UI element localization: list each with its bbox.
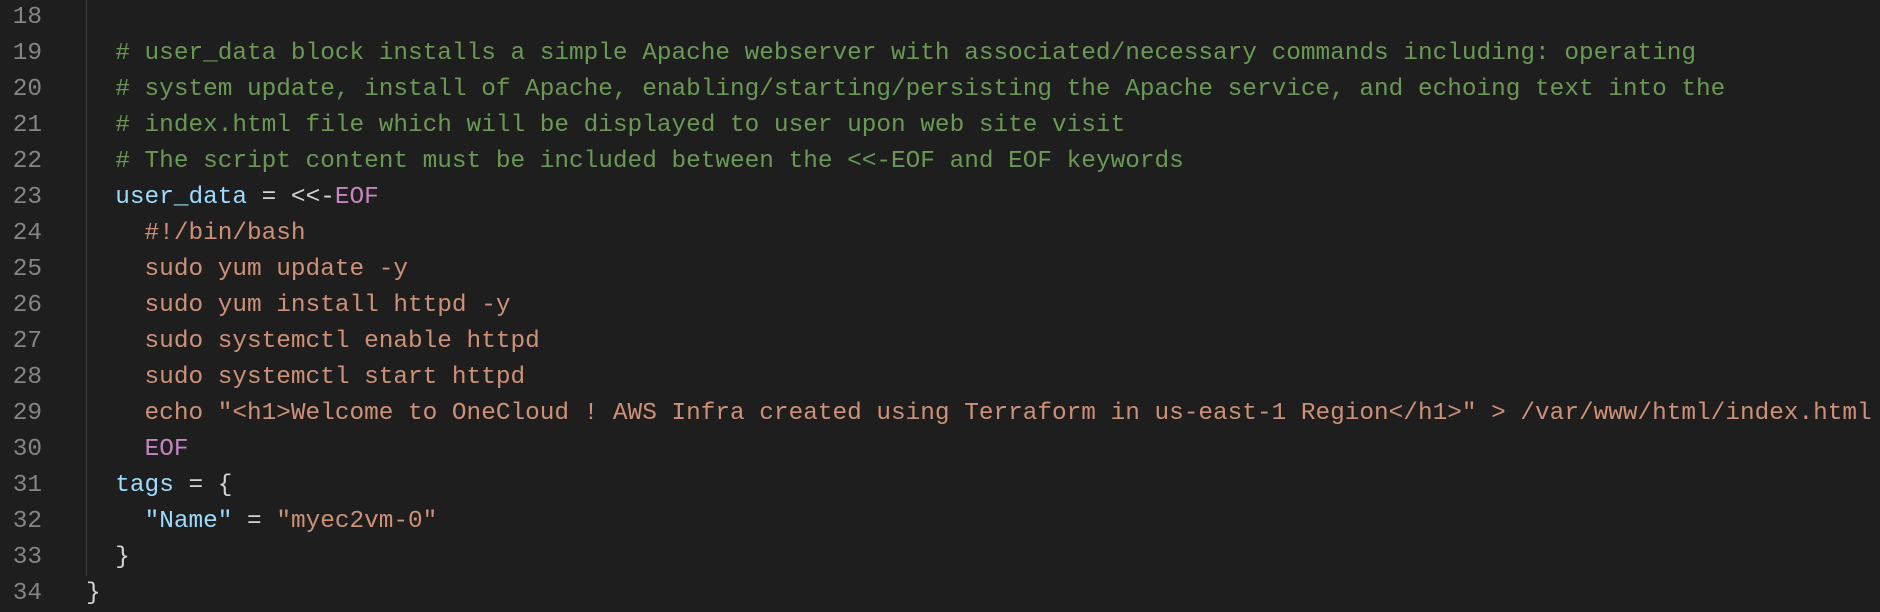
code-line[interactable]: 18 xyxy=(0,0,1880,36)
line-number: 22 xyxy=(12,148,42,175)
code-line[interactable]: 20 # system update, install of Apache, e… xyxy=(0,72,1880,108)
code-line[interactable]: 23 user_data = <<-EOF xyxy=(0,180,1880,216)
token-comment: # system update, install of Apache, enab… xyxy=(86,76,1726,103)
line-code: echo "<h1>Welcome to OneCloud ! AWS Infr… xyxy=(86,396,1872,432)
code-line[interactable]: 22 # The script content must be included… xyxy=(0,144,1880,180)
code-line[interactable]: 34} xyxy=(0,576,1880,612)
line-code: # user_data block installs a simple Apac… xyxy=(86,36,1696,72)
code-line[interactable]: 29 echo "<h1>Welcome to OneCloud ! AWS I… xyxy=(0,396,1880,432)
token-str: echo "<h1>Welcome to OneCloud ! AWS Infr… xyxy=(86,400,1872,427)
line-code: user_data = <<-EOF xyxy=(86,180,379,216)
code-line[interactable]: 19 # user_data block installs a simple A… xyxy=(0,36,1880,72)
line-code: sudo systemctl start httpd xyxy=(86,360,526,396)
line-code: #!/bin/bash xyxy=(86,216,306,252)
token-kw: EOF xyxy=(144,436,189,463)
line-number: 26 xyxy=(12,292,42,319)
token-str: sudo systemctl enable httpd xyxy=(86,328,540,355)
token-var: user_data xyxy=(115,184,248,211)
token-op: } xyxy=(86,580,101,607)
line-number: 33 xyxy=(12,544,42,571)
token-op xyxy=(86,472,115,499)
token-op xyxy=(86,184,115,211)
line-code: # system update, install of Apache, enab… xyxy=(86,72,1725,108)
line-number: 34 xyxy=(12,580,42,607)
line-number: 24 xyxy=(12,220,42,247)
line-number: 18 xyxy=(12,4,42,31)
token-var: tags xyxy=(115,472,174,499)
line-code: "Name" = "myec2vm-0" xyxy=(86,504,438,540)
token-comment: # The script content must be included be… xyxy=(86,148,1184,175)
token-str: "myec2vm-0" xyxy=(276,508,438,535)
code-line[interactable]: 25 sudo yum update -y xyxy=(0,252,1880,288)
line-number: 27 xyxy=(12,328,42,355)
token-comment: # index.html file which will be displaye… xyxy=(86,112,1126,139)
line-number: 30 xyxy=(12,436,42,463)
line-code: # index.html file which will be displaye… xyxy=(86,108,1125,144)
line-number: 32 xyxy=(12,508,42,535)
line-number: 29 xyxy=(12,400,42,427)
code-line[interactable]: 30 EOF xyxy=(0,432,1880,468)
token-str: sudo systemctl start httpd xyxy=(86,364,526,391)
code-line[interactable]: 32 "Name" = "myec2vm-0" xyxy=(0,504,1880,540)
line-code: sudo systemctl enable httpd xyxy=(86,324,540,360)
token-op: = <<- xyxy=(247,184,335,211)
line-number: 20 xyxy=(12,76,42,103)
token-op: } xyxy=(86,544,130,571)
token-op xyxy=(86,436,145,463)
line-code: # The script content must be included be… xyxy=(86,144,1184,180)
code-editor[interactable]: 18 19 # user_data block installs a simple… xyxy=(0,0,1880,608)
token-comment: # user_data block installs a simple Apac… xyxy=(86,40,1697,67)
token-op xyxy=(86,508,145,535)
token-op: = xyxy=(232,508,277,535)
line-code: sudo yum update -y xyxy=(86,252,408,288)
line-code: } xyxy=(86,576,101,612)
code-line[interactable]: 33 } xyxy=(0,540,1880,576)
line-number: 21 xyxy=(12,112,42,139)
code-line[interactable]: 21 # index.html file which will be displ… xyxy=(0,108,1880,144)
token-kw: EOF xyxy=(334,184,379,211)
code-line[interactable]: 24 #!/bin/bash xyxy=(0,216,1880,252)
line-number: 25 xyxy=(12,256,42,283)
line-code: tags = { xyxy=(86,468,232,504)
line-code: } xyxy=(86,540,130,576)
code-line[interactable]: 31 tags = { xyxy=(0,468,1880,504)
line-number: 19 xyxy=(12,40,42,67)
line-code: sudo yum install httpd -y xyxy=(86,288,511,324)
code-line[interactable]: 26 sudo yum install httpd -y xyxy=(0,288,1880,324)
line-number: 31 xyxy=(12,472,42,499)
token-op: = { xyxy=(173,472,233,499)
line-number: 28 xyxy=(12,364,42,391)
line-number: 23 xyxy=(12,184,42,211)
token-str: sudo yum update -y xyxy=(86,256,409,283)
code-line[interactable]: 28 sudo systemctl start httpd xyxy=(0,360,1880,396)
token-str: sudo yum install httpd -y xyxy=(86,292,511,319)
token-var: "Name" xyxy=(144,508,233,535)
code-line[interactable]: 27 sudo systemctl enable httpd xyxy=(0,324,1880,360)
token-str: #!/bin/bash xyxy=(86,220,306,247)
line-code: EOF xyxy=(86,432,189,468)
